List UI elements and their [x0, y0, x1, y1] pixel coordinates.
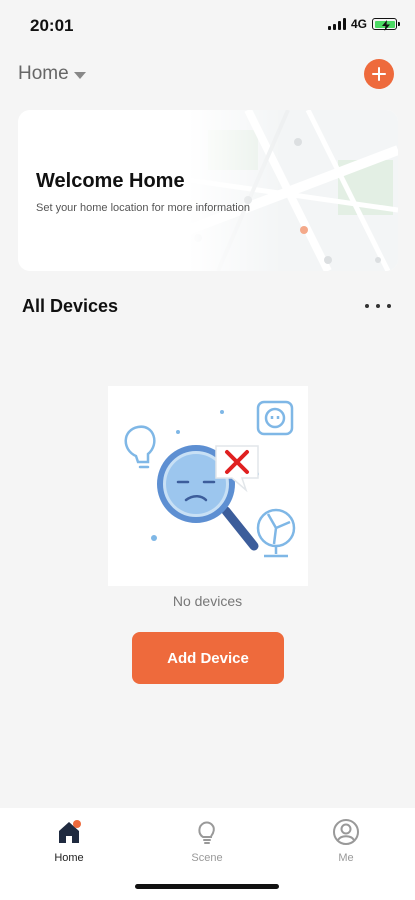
socket-icon [256, 400, 294, 436]
home-icon [59, 820, 81, 843]
battery-icon [372, 18, 400, 31]
header: Home [0, 55, 415, 95]
tab-me-label: Me [338, 852, 354, 864]
tab-home[interactable]: Home [29, 818, 109, 868]
tab-me[interactable]: Me [306, 818, 386, 868]
more-dots-icon[interactable] [365, 296, 391, 316]
map-background-image [188, 110, 398, 271]
empty-state-text: No devices [172, 593, 243, 609]
fan-icon [256, 508, 296, 558]
welcome-title: Welcome Home [36, 170, 185, 192]
add-button[interactable] [364, 59, 394, 89]
lightbulb-icon [198, 821, 215, 844]
home-selector[interactable]: Home [18, 63, 86, 85]
network-type: 4G [350, 17, 367, 31]
status-time: 20:01 [30, 16, 74, 35]
tab-scene[interactable]: Scene [167, 818, 247, 868]
empty-state-illustration [108, 386, 308, 586]
tab-home-label: Home [54, 852, 84, 864]
add-device-button[interactable]: Add Device [132, 632, 284, 684]
tab-scene-label: Scene [191, 852, 223, 864]
signal-icon [327, 18, 346, 30]
all-devices-title: All Devices [22, 296, 119, 316]
home-indicator[interactable] [135, 884, 279, 889]
home-selector-label: Home [18, 63, 69, 84]
lightbulb-icon [124, 425, 156, 469]
welcome-subtitle: Set your home location for more informat… [36, 202, 250, 214]
welcome-card[interactable]: Welcome Home Set your home location for … [18, 110, 398, 271]
caret-down-icon [73, 71, 86, 79]
user-icon [333, 819, 359, 845]
status-bar: 20:01 4G [0, 0, 415, 50]
status-indicators: 4G [327, 17, 400, 31]
